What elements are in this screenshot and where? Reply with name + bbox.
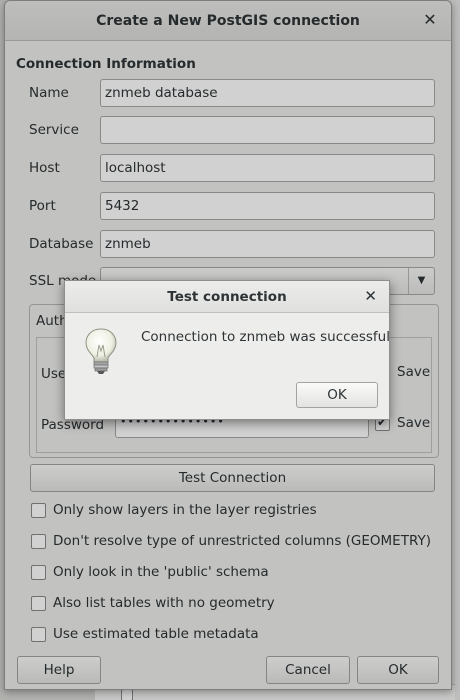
- host-label: Host: [29, 160, 60, 176]
- lightbulb-icon: [83, 327, 119, 375]
- modal-ok-button[interactable]: OK: [296, 382, 378, 408]
- modal-titlebar: Test connection ✕: [65, 281, 389, 313]
- dialog-titlebar: Create a New PostGIS connection ✕: [5, 1, 451, 41]
- option-label: Also list tables with no geometry: [53, 595, 275, 611]
- option-checkbox[interactable]: [31, 596, 46, 611]
- option-checkbox[interactable]: [31, 627, 46, 642]
- name-field[interactable]: znmeb database: [100, 79, 435, 107]
- ok-button[interactable]: OK: [357, 656, 439, 684]
- name-label: Name: [29, 85, 69, 101]
- option-checkbox[interactable]: [31, 534, 46, 549]
- name-row: Name znmeb database: [29, 79, 439, 107]
- chevron-down-icon[interactable]: ▼: [408, 268, 434, 294]
- background-checkbox: [121, 689, 133, 700]
- service-row: Service: [29, 116, 439, 144]
- section-title: Connection Information: [16, 56, 196, 72]
- port-row: Port 5432: [29, 192, 439, 220]
- option-checkbox[interactable]: [31, 565, 46, 580]
- dialog-title: Create a New PostGIS connection: [96, 13, 360, 29]
- database-field[interactable]: znmeb: [100, 230, 435, 258]
- modal-message: Connection to znmeb was successful: [141, 329, 390, 345]
- test-connection-button[interactable]: Test Connection: [30, 464, 435, 492]
- save-password-label: Save: [397, 415, 431, 431]
- port-field[interactable]: 5432: [100, 192, 435, 220]
- close-icon[interactable]: ✕: [421, 11, 439, 29]
- service-field[interactable]: [100, 116, 435, 144]
- option-label: Only look in the 'public' schema: [53, 564, 269, 580]
- host-row: Host localhost: [29, 154, 439, 182]
- option-checkbox[interactable]: [31, 503, 46, 518]
- cancel-button[interactable]: Cancel: [266, 656, 350, 684]
- help-button[interactable]: Help: [17, 656, 101, 684]
- test-connection-modal: Test connection ✕ Connection to znmeb wa…: [64, 280, 390, 420]
- option-label: Only show layers in the layer registries: [53, 502, 317, 518]
- close-icon[interactable]: ✕: [364, 287, 377, 305]
- option-label: Use estimated table metadata: [53, 626, 259, 642]
- option-label: Don't resolve type of unrestricted colum…: [53, 533, 431, 549]
- database-label: Database: [29, 236, 94, 252]
- port-label: Port: [29, 198, 56, 214]
- host-field[interactable]: localhost: [100, 154, 435, 182]
- save-username-label: Save: [397, 364, 431, 380]
- service-label: Service: [29, 122, 79, 138]
- modal-title: Test connection: [167, 289, 287, 305]
- database-row: Database znmeb: [29, 230, 439, 258]
